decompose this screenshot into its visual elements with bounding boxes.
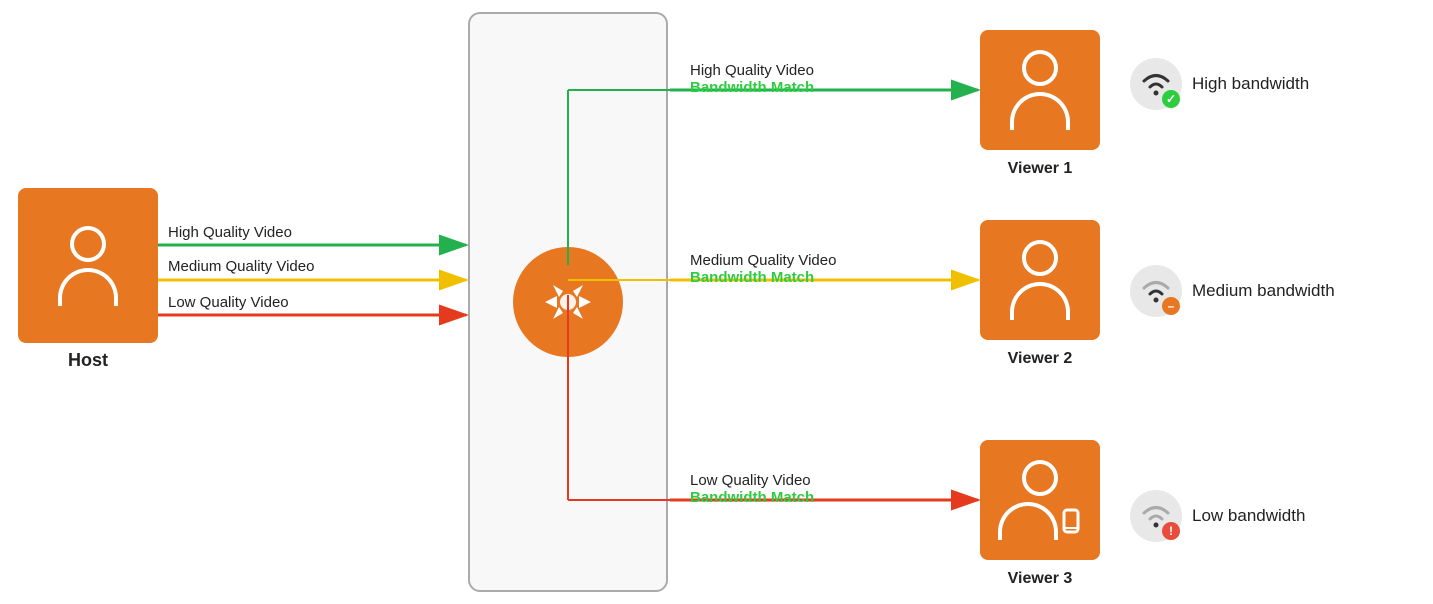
v2-quality-label: Medium Quality Video bbox=[690, 252, 836, 269]
host-box: Host bbox=[18, 188, 158, 343]
bandwidth-text-3: Low bandwidth bbox=[1192, 506, 1305, 526]
bandwidth-indicator-3: ! Low bandwidth bbox=[1130, 490, 1305, 542]
viewer3-box: Viewer 3 bbox=[980, 440, 1100, 560]
viewer2-icon bbox=[1010, 240, 1070, 320]
viewer1-head bbox=[1022, 50, 1058, 86]
host-person-head bbox=[70, 226, 106, 262]
v2-bandwidth-match: Bandwidth Match bbox=[690, 269, 836, 286]
host-low-label: Low Quality Video bbox=[168, 294, 289, 311]
sfu-box bbox=[468, 12, 668, 592]
badge-red-3: ! bbox=[1162, 522, 1180, 540]
bandwidth-indicator-1: ✓ High bandwidth bbox=[1130, 58, 1309, 110]
v1-label-group: High Quality Video Bandwidth Match bbox=[690, 62, 814, 96]
viewer2-body bbox=[1010, 282, 1070, 320]
v3-quality-label: Low Quality Video bbox=[690, 472, 814, 489]
viewer3-icon bbox=[998, 460, 1082, 540]
wifi-icon-2: – bbox=[1130, 265, 1182, 317]
host-person-body bbox=[58, 268, 118, 306]
bandwidth-indicator-2: – Medium bandwidth bbox=[1130, 265, 1335, 317]
viewer1-icon bbox=[1010, 50, 1070, 130]
wifi-icon-3: ! bbox=[1130, 490, 1182, 542]
sfu-circle bbox=[513, 247, 623, 357]
sfu-icon bbox=[533, 267, 603, 337]
host-medium-label: Medium Quality Video bbox=[168, 258, 314, 275]
viewer3-head bbox=[1022, 460, 1058, 496]
host-person-icon bbox=[58, 226, 118, 306]
badge-green-1: ✓ bbox=[1162, 90, 1180, 108]
v1-quality-label: High Quality Video bbox=[690, 62, 814, 79]
viewer3-label: Viewer 3 bbox=[1008, 570, 1073, 588]
v3-bandwidth-match: Bandwidth Match bbox=[690, 489, 814, 506]
phone-icon bbox=[1060, 508, 1082, 538]
host-label: Host bbox=[68, 350, 108, 371]
viewer1-label: Viewer 1 bbox=[1008, 160, 1073, 178]
v2-label-group: Medium Quality Video Bandwidth Match bbox=[690, 252, 836, 286]
viewer1-body bbox=[1010, 92, 1070, 130]
viewer2-box: Viewer 2 bbox=[980, 220, 1100, 340]
bandwidth-text-1: High bandwidth bbox=[1192, 74, 1309, 94]
viewer2-head bbox=[1022, 240, 1058, 276]
bandwidth-text-2: Medium bandwidth bbox=[1192, 281, 1335, 301]
v3-label-group: Low Quality Video Bandwidth Match bbox=[690, 472, 814, 506]
badge-orange-2: – bbox=[1162, 297, 1180, 315]
wifi-icon-1: ✓ bbox=[1130, 58, 1182, 110]
viewer2-label: Viewer 2 bbox=[1008, 350, 1073, 368]
viewer3-body bbox=[998, 502, 1058, 540]
host-high-label: High Quality Video bbox=[168, 224, 292, 241]
viewer1-box: Viewer 1 bbox=[980, 30, 1100, 150]
diagram: Host bbox=[0, 0, 1433, 604]
v1-bandwidth-match: Bandwidth Match bbox=[690, 79, 814, 96]
